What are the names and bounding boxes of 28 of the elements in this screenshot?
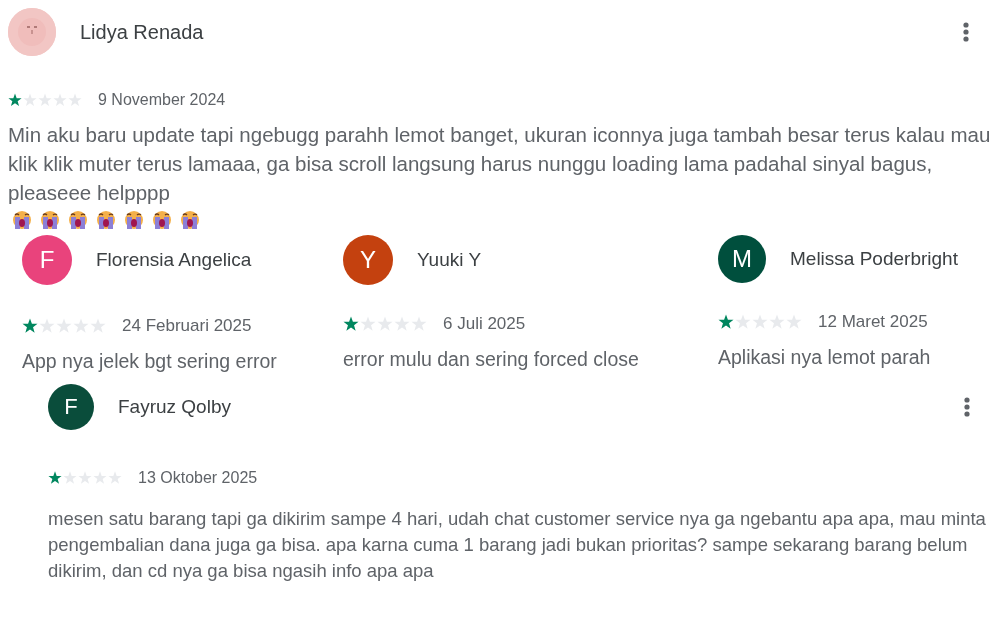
avatar-letter: M [718, 235, 766, 283]
review-date: 6 Juli 2025 [443, 313, 526, 335]
avatar-letter: F [48, 383, 94, 430]
review-text: App nya jelek bgt sering error [22, 348, 278, 374]
review-text: Aplikasi nya lemot parah [718, 344, 932, 370]
crying-face-icon [152, 209, 172, 231]
avatar-letter: F [22, 235, 72, 285]
crying-face-icon [40, 209, 60, 231]
author-name: Florensia Angelica [96, 247, 252, 272]
crying-face-icon [96, 209, 116, 231]
review-text: Min aku baru update tapi ngebugg parahh lemot banget, ukuran iconnya juga tambah besar terus kalau mau klik klik muter terus lamaaa, ga bisa scroll langsung harus nunggu loading lama padahal sinyal bagus, pleaseee helpppp [8, 123, 991, 204]
review-date: 12 Maret 2025 [818, 311, 928, 333]
crying-face-icon [180, 209, 200, 231]
crying-face-icon [124, 209, 144, 231]
author-name: Lidya Renada [80, 20, 204, 45]
review-text: mesen satu barang tapi ga dikirim sampe 4 hari, udah chat customer service nya ga ngebantu apa apa, mau minta pengembalian dana juga ga bisa. apa karna cuma 1 barang jadi bukan prioritas? sampe sekarang barang belum dikirim, dan cd nya ga bisa ngasih info apa apa [48, 506, 987, 583]
crying-face-icon [12, 209, 32, 231]
avatar-letter: Y [343, 235, 393, 285]
review-date: 24 Februari 2025 [122, 315, 252, 337]
more-options-button[interactable] [963, 22, 969, 42]
author-name: Fayruz Qolby [118, 394, 231, 419]
author-name: Yuuki Y [417, 247, 482, 272]
author-name: Melissa Poderbright [790, 246, 958, 271]
review-date: 13 Oktober 2025 [138, 467, 258, 488]
review-date: 9 November 2024 [98, 90, 226, 110]
review-text: error mulu dan sering forced close [343, 346, 640, 372]
more-options-button[interactable] [964, 396, 970, 417]
crying-face-icon [68, 209, 88, 231]
